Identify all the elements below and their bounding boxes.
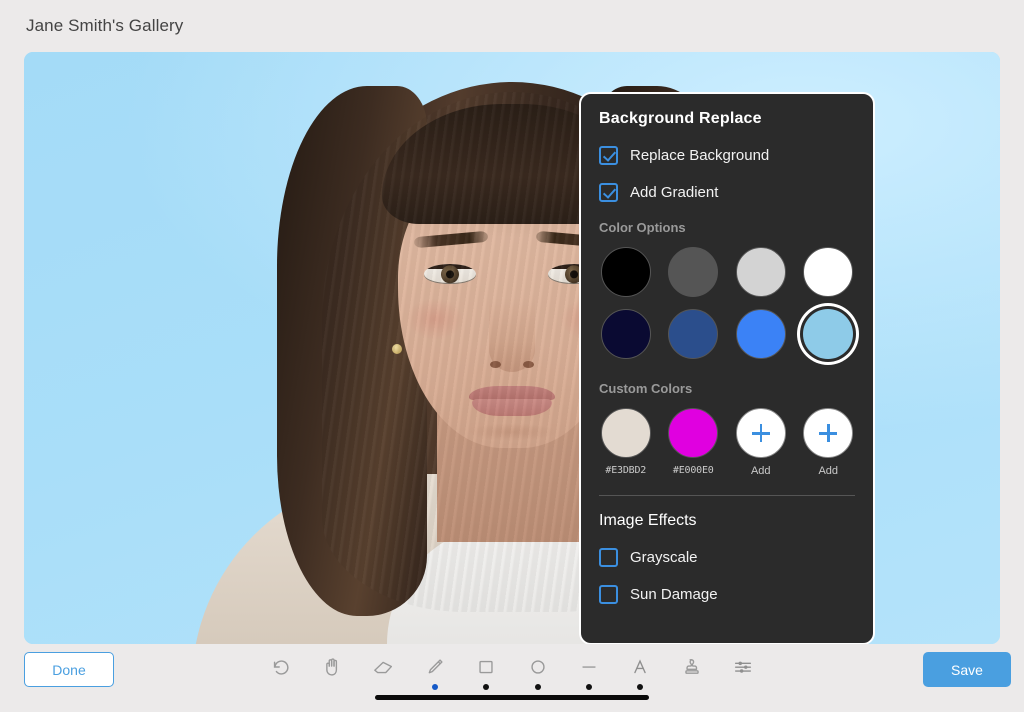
color-swatch-6[interactable]	[668, 309, 719, 359]
toggle-grayscale[interactable]: Grayscale	[599, 548, 855, 567]
checkbox-add-gradient[interactable]	[599, 183, 618, 202]
add-color-label-2: Add	[818, 465, 839, 477]
add-color-button-1[interactable]	[735, 408, 786, 458]
undo-icon	[273, 660, 289, 675]
color-swatch-7[interactable]	[735, 309, 786, 359]
custom-color-cell[interactable]: Add	[734, 408, 788, 477]
tool-line[interactable]	[570, 651, 608, 697]
custom-color-cell[interactable]: Add	[802, 408, 856, 477]
tool-dot	[483, 684, 490, 690]
label-add-gradient: Add Gradient	[630, 184, 719, 201]
color-swatch-2[interactable]	[668, 247, 719, 297]
line-icon	[582, 666, 596, 668]
custom-color-hex-1: #E3DBD2	[605, 465, 647, 476]
text-icon	[634, 659, 647, 674]
custom-color-hex-2: #E000E0	[672, 465, 714, 476]
image-effects-title: Image Effects	[599, 512, 697, 529]
eraser-icon	[373, 661, 392, 674]
tool-rectangle[interactable]	[467, 651, 505, 697]
label-grayscale: Grayscale	[630, 549, 698, 566]
custom-color-swatch-2[interactable]	[668, 408, 719, 458]
save-button[interactable]: Save	[923, 652, 1011, 687]
tool-adjustments[interactable]	[724, 651, 762, 697]
home-indicator	[375, 695, 649, 700]
tool-hand[interactable]	[313, 651, 351, 697]
tool-dot	[278, 684, 284, 690]
tool-stamp[interactable]	[673, 651, 711, 697]
color-swatch-cell[interactable]	[667, 309, 721, 359]
hand-icon	[326, 658, 338, 676]
custom-colors-label: Custom Colors	[599, 381, 693, 396]
plus-icon	[751, 424, 770, 442]
tool-dot	[637, 684, 644, 690]
color-swatch-cell[interactable]	[734, 247, 788, 297]
panel-divider	[599, 495, 855, 496]
pencil-icon	[428, 659, 443, 674]
app-header: Jane Smith's Gallery	[0, 0, 1024, 52]
tool-ellipse[interactable]	[519, 651, 557, 697]
tool-pencil[interactable]	[416, 651, 454, 697]
tool-undo[interactable]	[262, 651, 300, 697]
color-swatch-3[interactable]	[735, 247, 786, 297]
plus-icon	[819, 424, 838, 442]
bottom-toolbar: Done Save	[0, 644, 1024, 712]
custom-color-swatch-1[interactable]	[600, 408, 651, 458]
done-button[interactable]: Done	[24, 652, 114, 687]
tool-dot	[585, 684, 592, 690]
color-options-label: Color Options	[599, 220, 686, 235]
add-color-button-2[interactable]	[803, 408, 854, 458]
tool-dot	[534, 684, 541, 690]
label-replace-background: Replace Background	[630, 147, 770, 164]
background-replace-panel: Background Replace Replace Background Ad…	[579, 92, 875, 645]
color-swatch-cell[interactable]	[667, 247, 721, 297]
tool-dot	[740, 684, 746, 690]
color-swatch-cell[interactable]	[599, 309, 653, 359]
color-swatch-5[interactable]	[600, 309, 651, 359]
checkbox-sun-damage[interactable]	[599, 585, 618, 604]
custom-color-cell[interactable]: #E000E0	[667, 408, 721, 477]
color-swatch-1[interactable]	[600, 247, 651, 297]
toggle-add-gradient[interactable]: Add Gradient	[599, 183, 855, 202]
tool-eraser[interactable]	[365, 651, 403, 697]
stamp-icon	[684, 659, 699, 674]
tool-text[interactable]	[621, 651, 659, 697]
label-sun-damage: Sun Damage	[630, 586, 718, 603]
panel-title: Background Replace	[599, 110, 762, 127]
add-color-label-1: Add	[750, 465, 771, 477]
color-swatch-cell[interactable]	[802, 309, 856, 359]
sliders-icon	[734, 661, 751, 673]
page-title: Jane Smith's Gallery	[26, 16, 184, 35]
toggle-replace-background[interactable]: Replace Background	[599, 146, 855, 165]
tool-strip	[262, 646, 762, 702]
tool-dot	[381, 684, 387, 690]
tool-dot	[329, 684, 335, 690]
color-swatch-8-selected[interactable]	[803, 309, 854, 359]
square-icon	[479, 660, 493, 674]
circle-icon	[530, 660, 545, 674]
checkbox-replace-background[interactable]	[599, 146, 618, 165]
custom-colors-grid: #E3DBD2 #E000E0 Add Add	[599, 408, 855, 477]
color-swatch-cell[interactable]	[599, 247, 653, 297]
tool-dot	[689, 684, 695, 690]
toggle-sun-damage[interactable]: Sun Damage	[599, 585, 855, 604]
tool-dot-active	[431, 684, 438, 690]
color-options-grid	[599, 247, 855, 359]
color-swatch-cell[interactable]	[802, 247, 856, 297]
checkbox-grayscale[interactable]	[599, 548, 618, 567]
custom-color-cell[interactable]: #E3DBD2	[599, 408, 653, 477]
color-swatch-4[interactable]	[803, 247, 854, 297]
color-swatch-cell[interactable]	[734, 309, 788, 359]
